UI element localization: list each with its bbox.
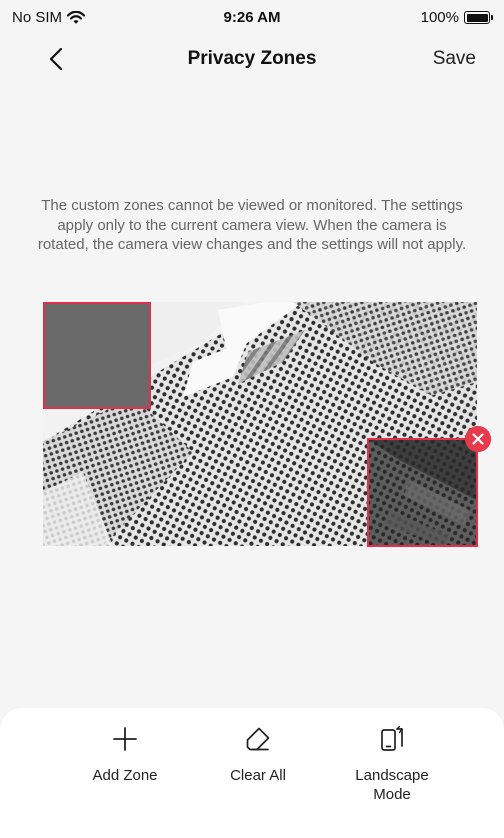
- landscape-mode-button[interactable]: Landscape Mode: [337, 725, 447, 804]
- landscape-mode-label: Landscape Mode: [355, 767, 429, 803]
- privacy-zone-description: The custom zones cannot be viewed or mon…: [37, 197, 467, 253]
- nav-bar: Privacy Zones Save: [0, 38, 504, 80]
- clear-all-button[interactable]: Clear All: [203, 725, 313, 785]
- zone-camera-overlay: [369, 440, 476, 545]
- privacy-zone-2[interactable]: [367, 438, 478, 547]
- action-panel: Add Zone Clear All Landscape Mode: [0, 708, 504, 838]
- battery-icon: [464, 11, 493, 24]
- eraser-icon: [246, 727, 270, 751]
- status-bar: No SIM 9:26 AM 100%: [0, 0, 504, 38]
- plus-icon: [113, 727, 137, 751]
- battery-percentage: 100%: [420, 9, 459, 26]
- status-right: 100%: [420, 9, 493, 26]
- close-icon[interactable]: [465, 426, 491, 452]
- add-zone-button[interactable]: Add Zone: [70, 725, 180, 785]
- landscape-icon: [381, 725, 403, 751]
- clear-all-label: Clear All: [230, 767, 286, 784]
- privacy-zone-1[interactable]: [43, 302, 151, 409]
- page-title: Privacy Zones: [187, 48, 317, 69]
- add-zone-label: Add Zone: [92, 767, 158, 784]
- save-button[interactable]: Save: [433, 48, 476, 70]
